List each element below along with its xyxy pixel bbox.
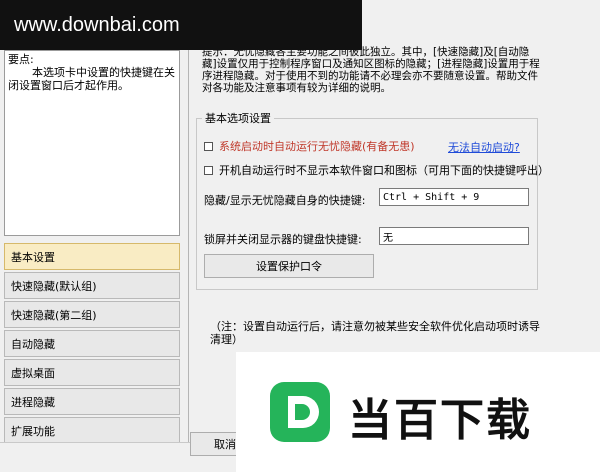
autostart-label: 系统启动时自动运行无忧隐藏(有备无患) — [219, 140, 415, 153]
brand-logo-icon — [270, 382, 330, 442]
nav-item-label: 快速隐藏(第二组) — [11, 308, 97, 322]
hide-window-option[interactable]: 开机自动运行时不显示本软件窗口和图标（可用下面的快捷键呼出） — [204, 162, 549, 178]
lock-hotkey-label: 锁屏并关闭显示器的键盘快捷键: — [204, 233, 362, 246]
settings-nav: 基本设置 快速隐藏(默认组) 快速隐藏(第二组) 自动隐藏 虚拟桌面 进程隐藏 … — [4, 243, 180, 446]
hotkey-field[interactable]: Ctrl + Shift + 9 — [379, 188, 529, 206]
nav-item-label: 自动隐藏 — [11, 337, 55, 351]
panel-divider — [188, 0, 189, 442]
nav-item-quick-hide-default[interactable]: 快速隐藏(默认组) — [4, 272, 180, 299]
autostart-option[interactable]: 系统启动时自动运行无忧隐藏(有备无患) — [204, 138, 415, 154]
nav-item-label: 快速隐藏(默认组) — [11, 279, 97, 293]
nav-item-process-hide[interactable]: 进程隐藏 — [4, 388, 180, 415]
nav-item-label: 虚拟桌面 — [11, 366, 55, 380]
lock-hotkey-field[interactable]: 无 — [379, 227, 529, 245]
nav-item-extensions[interactable]: 扩展功能 — [4, 417, 180, 444]
nav-item-label: 进程隐藏 — [11, 395, 55, 409]
site-watermark: www.downbai.com — [0, 0, 362, 50]
brand-name: 当百下载 — [348, 396, 532, 445]
hint-text: 提示：无忧隐藏各主要功能之间彼此独立。其中，[快速隐藏]及[自动隐藏]设置仅用于… — [202, 46, 540, 94]
nav-item-quick-hide-second[interactable]: 快速隐藏(第二组) — [4, 301, 180, 328]
tips-panel: 要点: 本选项卡中设置的快捷键在关闭设置窗口后才起作用。 — [4, 50, 180, 236]
d-logo-icon — [288, 396, 319, 428]
autostart-help-link[interactable]: 无法自动启动? — [448, 139, 520, 155]
nav-item-virtual-desktop[interactable]: 虚拟桌面 — [4, 359, 180, 386]
hotkey-label: 隐藏/显示无忧隐藏自身的快捷键: — [204, 194, 366, 207]
hide-window-checkbox[interactable] — [204, 165, 213, 175]
autostart-note: （注：设置自动运行后，请注意勿被某些安全软件优化启动项时诱导清理） — [210, 320, 540, 346]
autostart-checkbox[interactable] — [204, 141, 213, 151]
tips-title: 要点: — [8, 53, 34, 66]
nav-item-label: 扩展功能 — [11, 424, 55, 438]
nav-item-auto-hide[interactable]: 自动隐藏 — [4, 330, 180, 357]
group-title: 基本选项设置 — [202, 110, 274, 126]
set-password-button[interactable]: 设置保护口令 — [204, 254, 374, 278]
tips-body: 本选项卡中设置的快捷键在关闭设置窗口后才起作用。 — [8, 66, 175, 92]
nav-item-basic-settings[interactable]: 基本设置 — [4, 243, 180, 270]
hide-window-label: 开机自动运行时不显示本软件窗口和图标（可用下面的快捷键呼出） — [219, 164, 549, 177]
nav-item-label: 基本设置 — [11, 250, 55, 264]
